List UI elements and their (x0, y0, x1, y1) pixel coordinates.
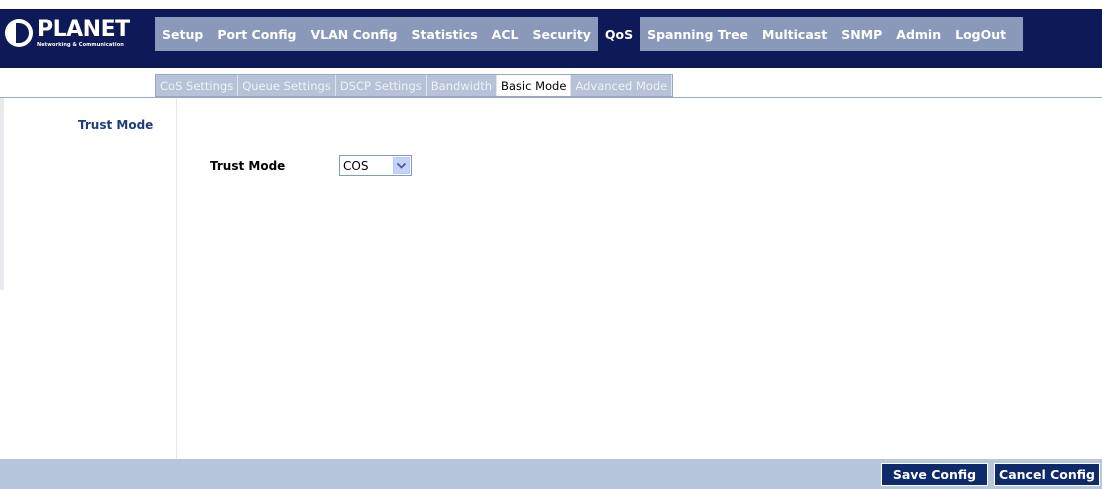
nav-item-port-config[interactable]: Port Config (210, 17, 303, 51)
sidebar-title: Trust Mode (78, 118, 154, 132)
cancel-config-button[interactable]: Cancel Config (994, 463, 1100, 486)
subnav-cos-settings[interactable]: CoS Settings (156, 75, 239, 96)
nav-filler (1013, 17, 1023, 51)
main-nav: Setup Port Config VLAN Config Statistics… (155, 17, 1023, 51)
nav-item-security[interactable]: Security (526, 17, 598, 51)
nav-item-acl[interactable]: ACL (485, 17, 526, 51)
save-config-button[interactable]: Save Config (881, 463, 988, 486)
subnav-bandwidth[interactable]: Bandwidth (427, 75, 497, 96)
sidebar (0, 98, 177, 459)
nav-item-setup[interactable]: Setup (155, 17, 210, 51)
planet-logo: PLANET Networking & Communication (5, 11, 155, 55)
chevron-down-icon[interactable] (393, 157, 410, 174)
subnav-basic-mode[interactable]: Basic Mode (497, 75, 572, 96)
nav-item-snmp[interactable]: SNMP (834, 17, 889, 51)
nav-item-spanning-tree[interactable]: Spanning Tree (640, 17, 755, 51)
subnav-dscp-settings[interactable]: DSCP Settings (336, 75, 427, 96)
nav-item-qos[interactable]: QoS (597, 17, 641, 51)
sidebar-edge (0, 98, 4, 290)
trust-mode-value: COS (343, 158, 369, 173)
nav-item-admin[interactable]: Admin (889, 17, 948, 51)
nav-item-vlan-config[interactable]: VLAN Config (303, 17, 404, 51)
nav-item-logout[interactable]: LogOut (948, 17, 1013, 51)
trust-mode-select[interactable]: COS (339, 155, 412, 176)
subnav-queue-settings[interactable]: Queue Settings (238, 75, 336, 96)
sub-nav: CoS Settings Queue Settings DSCP Setting… (155, 74, 674, 97)
header: PLANET Networking & Communication Setup … (0, 0, 1102, 68)
logo-icon (5, 19, 33, 47)
nav-item-multicast[interactable]: Multicast (755, 17, 834, 51)
trust-mode-label: Trust Mode (210, 159, 286, 173)
logo-name: PLANET (37, 16, 130, 42)
subnav-advanced-mode[interactable]: Advanced Mode (571, 75, 673, 96)
nav-item-statistics[interactable]: Statistics (404, 17, 484, 51)
logo-tagline: Networking & Communication (37, 41, 124, 48)
